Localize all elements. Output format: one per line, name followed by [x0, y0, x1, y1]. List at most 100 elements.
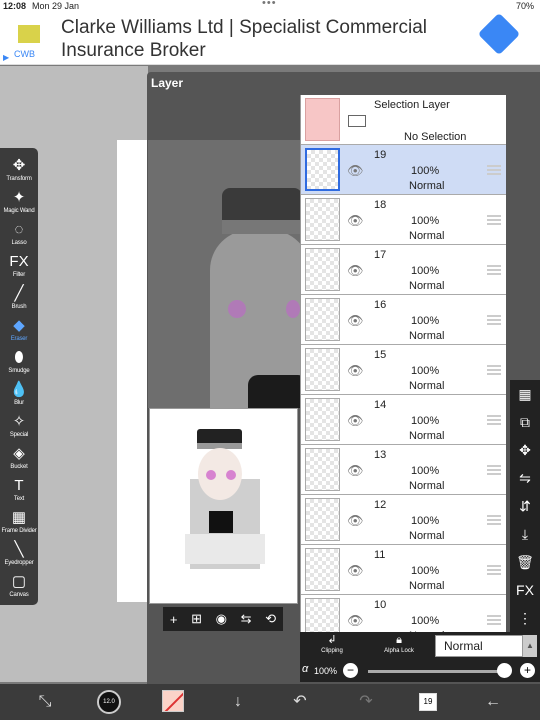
trash-icon[interactable]: 🗑︎: [510, 548, 540, 576]
tool-transform[interactable]: ✥ Transform: [0, 154, 38, 186]
drag-handle-icon[interactable]: [487, 465, 501, 467]
more-icon[interactable]: ⋮: [510, 604, 540, 632]
layer-row[interactable]: 👁︎10100%Normal: [301, 595, 506, 632]
fx-icon[interactable]: FX: [510, 576, 540, 604]
eye-icon[interactable]: 👁︎: [347, 413, 364, 429]
tool-label: Transform: [6, 176, 32, 182]
merge-down-icon[interactable]: ⤓: [510, 520, 540, 548]
layer-row[interactable]: 👁︎ 17 100% Normal: [301, 245, 506, 295]
layer-name: 18: [374, 199, 387, 211]
svg-text:CWB: CWB: [14, 49, 35, 59]
chevron-up-icon[interactable]: ▲: [523, 635, 537, 657]
back-arrow-icon[interactable]: ←: [482, 690, 504, 714]
frame-divider-icon: ▦: [11, 509, 27, 526]
flip-vertical-icon[interactable]: ⇵: [510, 492, 540, 520]
opacity-decrease-button[interactable]: −: [343, 663, 358, 678]
drag-handle-icon[interactable]: [487, 415, 501, 417]
layer-row[interactable]: 👁︎ 14 100% Normal: [301, 395, 506, 445]
add-layer-icon[interactable]: ⊞: [191, 611, 202, 627]
layer-blend-mode: Normal: [409, 580, 445, 592]
opacity-slider-knob[interactable]: [497, 663, 512, 678]
tool-frame-divider[interactable]: ▦ Frame Divider: [0, 506, 38, 538]
drag-handle-icon[interactable]: [487, 265, 501, 267]
eye-icon[interactable]: 👁︎: [347, 363, 364, 379]
layer-row[interactable]: 👁︎ 15 100% Normal: [301, 345, 506, 395]
arrow-down-icon[interactable]: ↓: [228, 690, 248, 714]
ad-title[interactable]: Clarke Williams Ltd | Specialist Commerc…: [61, 16, 461, 62]
layer-thumbnail: [305, 598, 340, 632]
drag-handle-icon[interactable]: [487, 365, 501, 367]
tool-text[interactable]: T Text: [0, 474, 38, 506]
ad-banner[interactable]: CWB Clarke Williams Ltd | Specialist Com…: [0, 12, 540, 65]
tool-bucket[interactable]: ◈ Bucket: [0, 442, 38, 474]
drag-handle-icon[interactable]: [487, 615, 501, 617]
layer-row[interactable]: 👁︎ 18 100% Normal: [301, 195, 506, 245]
layer-row[interactable]: 👁︎ 13 100% Normal: [301, 445, 506, 495]
tool-blur[interactable]: 💧 Blur: [0, 378, 38, 410]
blend-mode-select[interactable]: Normal: [435, 635, 523, 657]
clipping-button[interactable]: ↲ Clipping: [300, 632, 364, 660]
tool-magic-wand[interactable]: ✦ Magic Wand: [0, 186, 38, 218]
quick-tool-icon[interactable]: ⤡: [34, 690, 56, 714]
alpha-lock-button[interactable]: 🔒︎ Alpha Lock: [367, 632, 431, 660]
layer-count-button[interactable]: 19: [419, 693, 437, 711]
layer-opacity: 100%: [411, 365, 440, 377]
layer-row[interactable]: 👁︎ 11 100% Normal: [301, 545, 506, 595]
navigator-thumbnail[interactable]: [149, 408, 298, 604]
flip-horizontal-icon[interactable]: ⇋: [510, 464, 540, 492]
tool-filter[interactable]: FX Filter: [0, 250, 38, 282]
redo-icon[interactable]: ↷: [356, 690, 376, 714]
eye-icon[interactable]: 👁︎: [347, 213, 364, 229]
select-layer-icon[interactable]: ⧉: [510, 408, 540, 436]
tool-special[interactable]: ✧ Special: [0, 410, 38, 442]
drag-handle-icon[interactable]: [487, 215, 501, 217]
layer-row[interactable]: 👁︎ 16 100% Normal: [301, 295, 506, 345]
tool-canvas[interactable]: ▢ Canvas: [0, 570, 38, 602]
tool-brush[interactable]: ╱ Brush: [0, 282, 38, 314]
eye-icon[interactable]: 👁︎: [347, 613, 364, 629]
eye-icon[interactable]: 👁︎: [347, 513, 364, 529]
eye-icon[interactable]: 👁︎: [347, 463, 364, 479]
alpha-lock-label: Alpha Lock: [384, 648, 414, 654]
eye-icon[interactable]: 👁︎: [347, 313, 364, 329]
layer-blend-mode: Normal: [409, 180, 445, 192]
selection-layer-row[interactable]: Selection Layer No Selection: [301, 95, 506, 145]
adchoices-icon[interactable]: ▶: [3, 53, 9, 62]
tool-eyedropper[interactable]: ╲ Eyedropper: [0, 538, 38, 570]
layer-opacity: 100%: [411, 315, 440, 327]
flip-icon[interactable]: ⇆: [241, 611, 252, 627]
camera-icon[interactable]: ◉: [216, 611, 227, 627]
drag-handle-icon[interactable]: [487, 565, 501, 567]
tool-label: Eraser: [10, 336, 28, 342]
eye-icon[interactable]: 👁︎: [347, 163, 364, 179]
multitask-dots-icon[interactable]: •••: [262, 0, 277, 9]
layer-opacity: 100%: [411, 415, 440, 427]
undo-icon[interactable]: ↶: [290, 690, 310, 714]
layer-row[interactable]: 👁︎ 19 100% Normal: [301, 145, 506, 195]
color-swatch[interactable]: [162, 690, 184, 712]
tool-eraser[interactable]: ◆ Eraser: [0, 314, 38, 346]
tool-smudge[interactable]: ⬮ Smudge: [0, 346, 38, 378]
drag-handle-icon[interactable]: [487, 165, 501, 167]
drag-handle-icon[interactable]: [487, 515, 501, 517]
layer-blend-mode: Normal: [409, 380, 445, 392]
checker-icon[interactable]: ▦: [510, 380, 540, 408]
rotate-icon[interactable]: ⟲: [265, 611, 276, 627]
brush-size-button[interactable]: 12.0: [97, 690, 121, 714]
layer-thumbnail: [305, 298, 340, 341]
brush-icon: ╱: [14, 285, 24, 302]
layer-row[interactable]: 👁︎ 12 100% Normal: [301, 495, 506, 545]
eye-icon[interactable]: 👁︎: [347, 563, 364, 579]
layer-opacity: 100%: [411, 265, 440, 277]
eye-icon[interactable]: 👁︎: [347, 263, 364, 279]
selection-thumbnail: [305, 98, 340, 141]
opacity-increase-button[interactable]: +: [520, 663, 535, 678]
tool-lasso[interactable]: ◌ Lasso: [0, 218, 38, 250]
add-icon[interactable]: +: [170, 612, 178, 627]
drag-handle-icon[interactable]: [487, 315, 501, 317]
move-icon[interactable]: ✥: [510, 436, 540, 464]
eyedropper-icon: ╲: [14, 541, 24, 558]
directions-icon[interactable]: [477, 12, 521, 56]
opacity-slider[interactable]: [368, 670, 504, 673]
layer-name: 17: [374, 249, 387, 261]
